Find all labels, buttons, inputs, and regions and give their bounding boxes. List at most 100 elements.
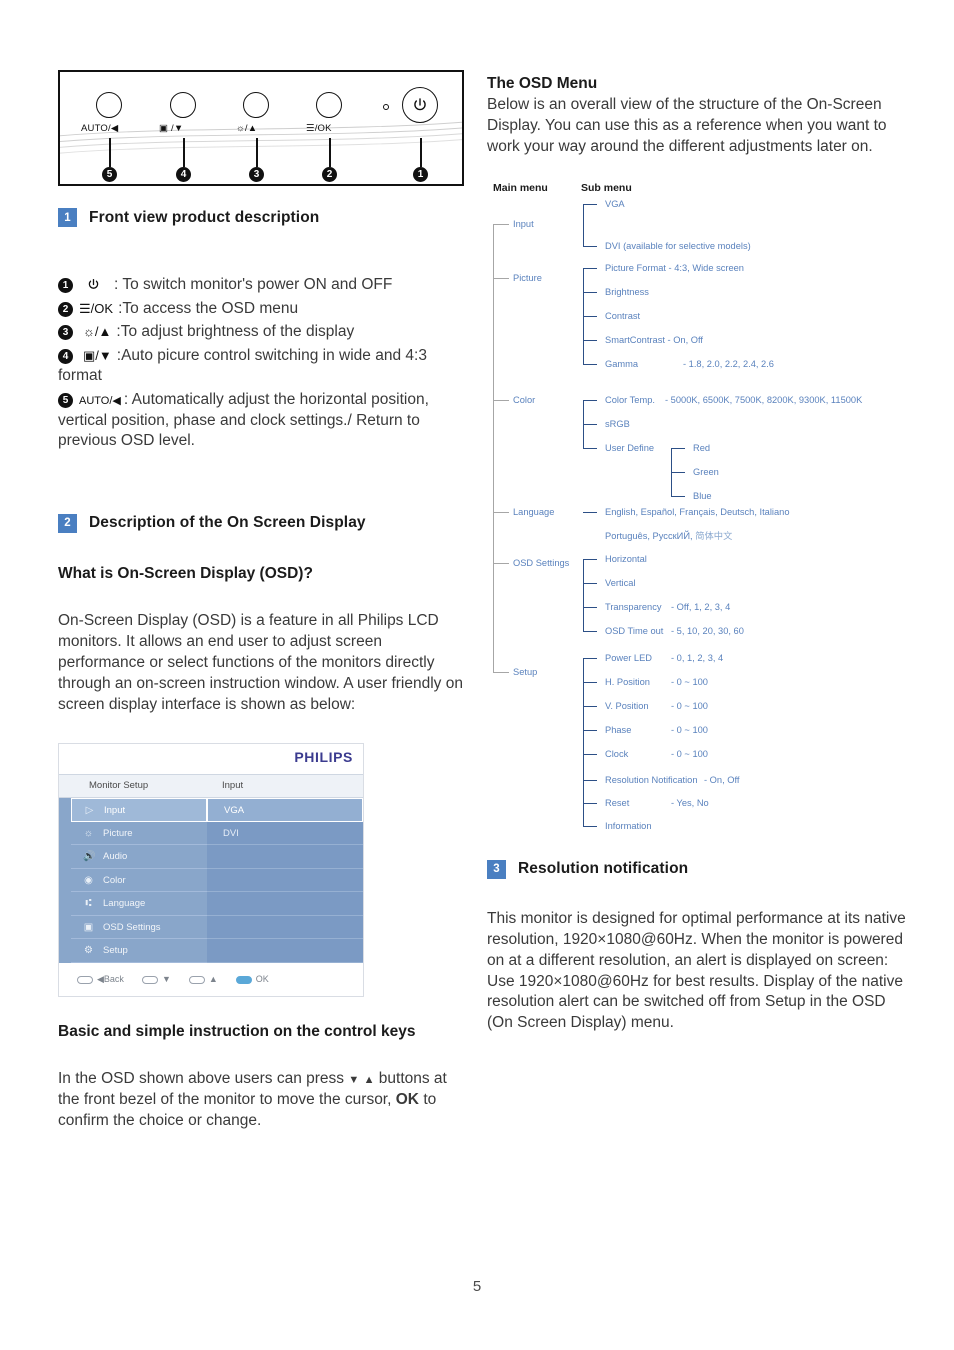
tree-sub-conn-h-position bbox=[583, 681, 597, 684]
osd-menu-item-picture[interactable]: ☼ Picture bbox=[71, 822, 207, 846]
osd-menu-label: Color bbox=[103, 874, 126, 886]
pill-icon bbox=[141, 976, 158, 985]
tree-main-color: Color bbox=[513, 394, 536, 405]
ok-label: OK bbox=[255, 974, 269, 985]
tree-sub-transparency: Transparency bbox=[605, 601, 662, 612]
section-2-heading: 2 Description of the On Screen Display bbox=[58, 513, 470, 533]
tree-sub-conn-srgb bbox=[583, 423, 597, 426]
callout-line-2 bbox=[329, 138, 331, 167]
tree-sub-conn-osd-timeout bbox=[583, 630, 597, 633]
key-row-2: 2 ☰/OK:To access the OSD menu bbox=[58, 299, 470, 320]
key-bullet-1: 1 bbox=[58, 278, 73, 294]
menu-ok-button[interactable] bbox=[316, 92, 342, 118]
key-text-3: :To adjust brightness of the display bbox=[116, 323, 355, 341]
tree-sub-reset: Reset bbox=[605, 797, 630, 808]
tree-branch-language bbox=[493, 511, 509, 514]
tree-sub-red: Red bbox=[693, 442, 711, 453]
tree-sub-conn-user-define bbox=[583, 447, 597, 450]
callout-line-3 bbox=[256, 138, 258, 167]
tree-sub-conn-vertical bbox=[583, 582, 597, 585]
brightness-button-label: ☼/▲ bbox=[236, 123, 258, 134]
osd-sub-item-empty bbox=[207, 869, 363, 893]
osd-sub-menu-column: VGA DVI bbox=[207, 798, 363, 964]
osd-footer-back[interactable]: ◀Back bbox=[77, 974, 124, 985]
osd-footer-ok[interactable]: OK bbox=[235, 974, 269, 985]
tree-sub-conn-dvi bbox=[583, 245, 597, 248]
tree-sub-conn-smartcontrast bbox=[583, 339, 597, 342]
brightness-icon: ☼ bbox=[83, 827, 94, 839]
osd-title-bar: PHILIPS bbox=[59, 744, 363, 775]
tree-branch-input bbox=[493, 223, 509, 226]
up-arrow-icon: ▲ bbox=[363, 1074, 375, 1087]
key-bullet-2: 2 bbox=[58, 301, 73, 317]
tree-branch-osd-settings bbox=[493, 562, 509, 565]
auto-glyph-icon: AUTO/◀ bbox=[79, 395, 121, 408]
osd-menu-label: Audio bbox=[103, 851, 128, 863]
tree-main-osd-settings: OSD Settings bbox=[513, 557, 570, 568]
osd-menu-item-color[interactable]: ◉ Color bbox=[71, 869, 207, 893]
input-icon: ▷ bbox=[85, 804, 94, 816]
tree-sub-conn-reset bbox=[583, 802, 597, 805]
key-row-4: 4 ▣/▼:Auto picure control switching in wi… bbox=[58, 346, 470, 387]
picture-format-glyph-icon: ▣/▼ bbox=[83, 347, 112, 363]
osd-menu-item-input[interactable]: ▷ Input bbox=[71, 798, 207, 822]
tree-sub-v-position-value: - 0 ~ 100 bbox=[671, 700, 708, 711]
osd-menu-label: Picture bbox=[103, 827, 133, 839]
key-row-5: 5 AUTO/◀: Automatically adjust the horizo… bbox=[58, 390, 470, 452]
section-1-title: Front view product description bbox=[89, 208, 320, 226]
page-number: 5 bbox=[472, 1278, 482, 1295]
tree-sub-conn-v-position bbox=[583, 705, 597, 708]
tree-sub-phase-value: - 0 ~ 100 bbox=[671, 724, 708, 735]
control-keys-list: 1 : To switch monitor's power ON and OFF… bbox=[58, 275, 470, 452]
tree-sub-v-position: V. Position bbox=[605, 700, 649, 711]
tree-sub-language-line1: English, Español, Français, Deutsch, Ita… bbox=[605, 506, 790, 517]
callout-line-1 bbox=[420, 138, 422, 167]
menu-ok-glyph-icon: ☰/OK bbox=[79, 300, 114, 316]
tree-sub-reset-value: - Yes, No bbox=[671, 797, 709, 808]
tree-sub-osd-timeout-value: - 5, 10, 20, 30, 60 bbox=[671, 625, 744, 636]
osd-menu-item-osd-settings[interactable]: ▣ OSD Settings bbox=[71, 916, 207, 940]
tree-header-main-menu: Main menu bbox=[493, 181, 548, 194]
picture-format-button[interactable] bbox=[170, 92, 196, 118]
tree-sub-color-temp-label: Color Temp. bbox=[605, 394, 655, 405]
tree-sub-conn-transparency bbox=[583, 606, 597, 609]
tree-main-picture: Picture bbox=[513, 272, 542, 283]
gear-icon: ⚙ bbox=[84, 945, 93, 957]
osd-sub-item-vga[interactable]: VGA bbox=[207, 798, 363, 822]
power-button[interactable] bbox=[402, 87, 438, 123]
osd-menu-item-language[interactable]: ⑆ Language bbox=[71, 892, 207, 916]
osd-footer-up[interactable]: ▲ bbox=[188, 974, 218, 984]
down-arrow-icon: ▼ bbox=[161, 974, 171, 985]
tree-sub-conn-color-temp bbox=[583, 399, 597, 402]
brightness-button[interactable] bbox=[243, 92, 269, 118]
tree-sub-srgb: sRGB bbox=[605, 418, 630, 429]
tree-sub-vga: VGA bbox=[605, 198, 625, 209]
auto-button[interactable] bbox=[96, 92, 122, 118]
control-keys-instruction-heading: Basic and simple instruction on the cont… bbox=[58, 1023, 416, 1041]
ok-keyword: OK bbox=[395, 1091, 419, 1109]
osd-menu-item-audio[interactable]: 🔊 Audio bbox=[71, 845, 207, 869]
power-glyph-icon bbox=[87, 276, 100, 293]
osd-structure-tree: Main menu Sub menu Input VGA DVI (availa… bbox=[487, 182, 907, 842]
tree-sub-green: Green bbox=[693, 466, 719, 477]
key-text-1: : To switch monitor's power ON and OFF bbox=[114, 276, 393, 293]
tree-sub-dvi: DVI (available for selective models) bbox=[605, 240, 751, 251]
osd-menu-item-setup[interactable]: ⚙ Setup bbox=[71, 939, 207, 963]
section-2-badge: 2 bbox=[58, 513, 77, 533]
tree-sub-picture-format: Picture Format - 4:3, Wide screen bbox=[605, 262, 744, 273]
menu-ok-button-label: ☰/OK bbox=[306, 123, 332, 134]
tree-sub-conn-gamma bbox=[583, 363, 597, 366]
osd-sub-item-dvi[interactable]: DVI bbox=[207, 822, 363, 846]
osd-sub-item-empty bbox=[207, 892, 363, 916]
tree-sub-osd-timeout: OSD Time out bbox=[605, 625, 664, 636]
resolution-notification-text: This monitor is designed for optimal per… bbox=[487, 909, 906, 1032]
speaker-icon: 🔊 bbox=[83, 851, 96, 863]
callout-number-5: 5 bbox=[102, 167, 117, 182]
section-1-heading: 1 Front view product description bbox=[58, 208, 470, 227]
osd-footer-down[interactable]: ▼ bbox=[141, 974, 171, 985]
tree-sub-conn-power-led bbox=[583, 657, 597, 660]
key-bullet-3: 3 bbox=[58, 325, 73, 341]
tree-sub-conn-blue bbox=[671, 495, 685, 498]
callout-number-3: 3 bbox=[249, 167, 264, 182]
tree-sub-conn-phase bbox=[583, 729, 597, 732]
